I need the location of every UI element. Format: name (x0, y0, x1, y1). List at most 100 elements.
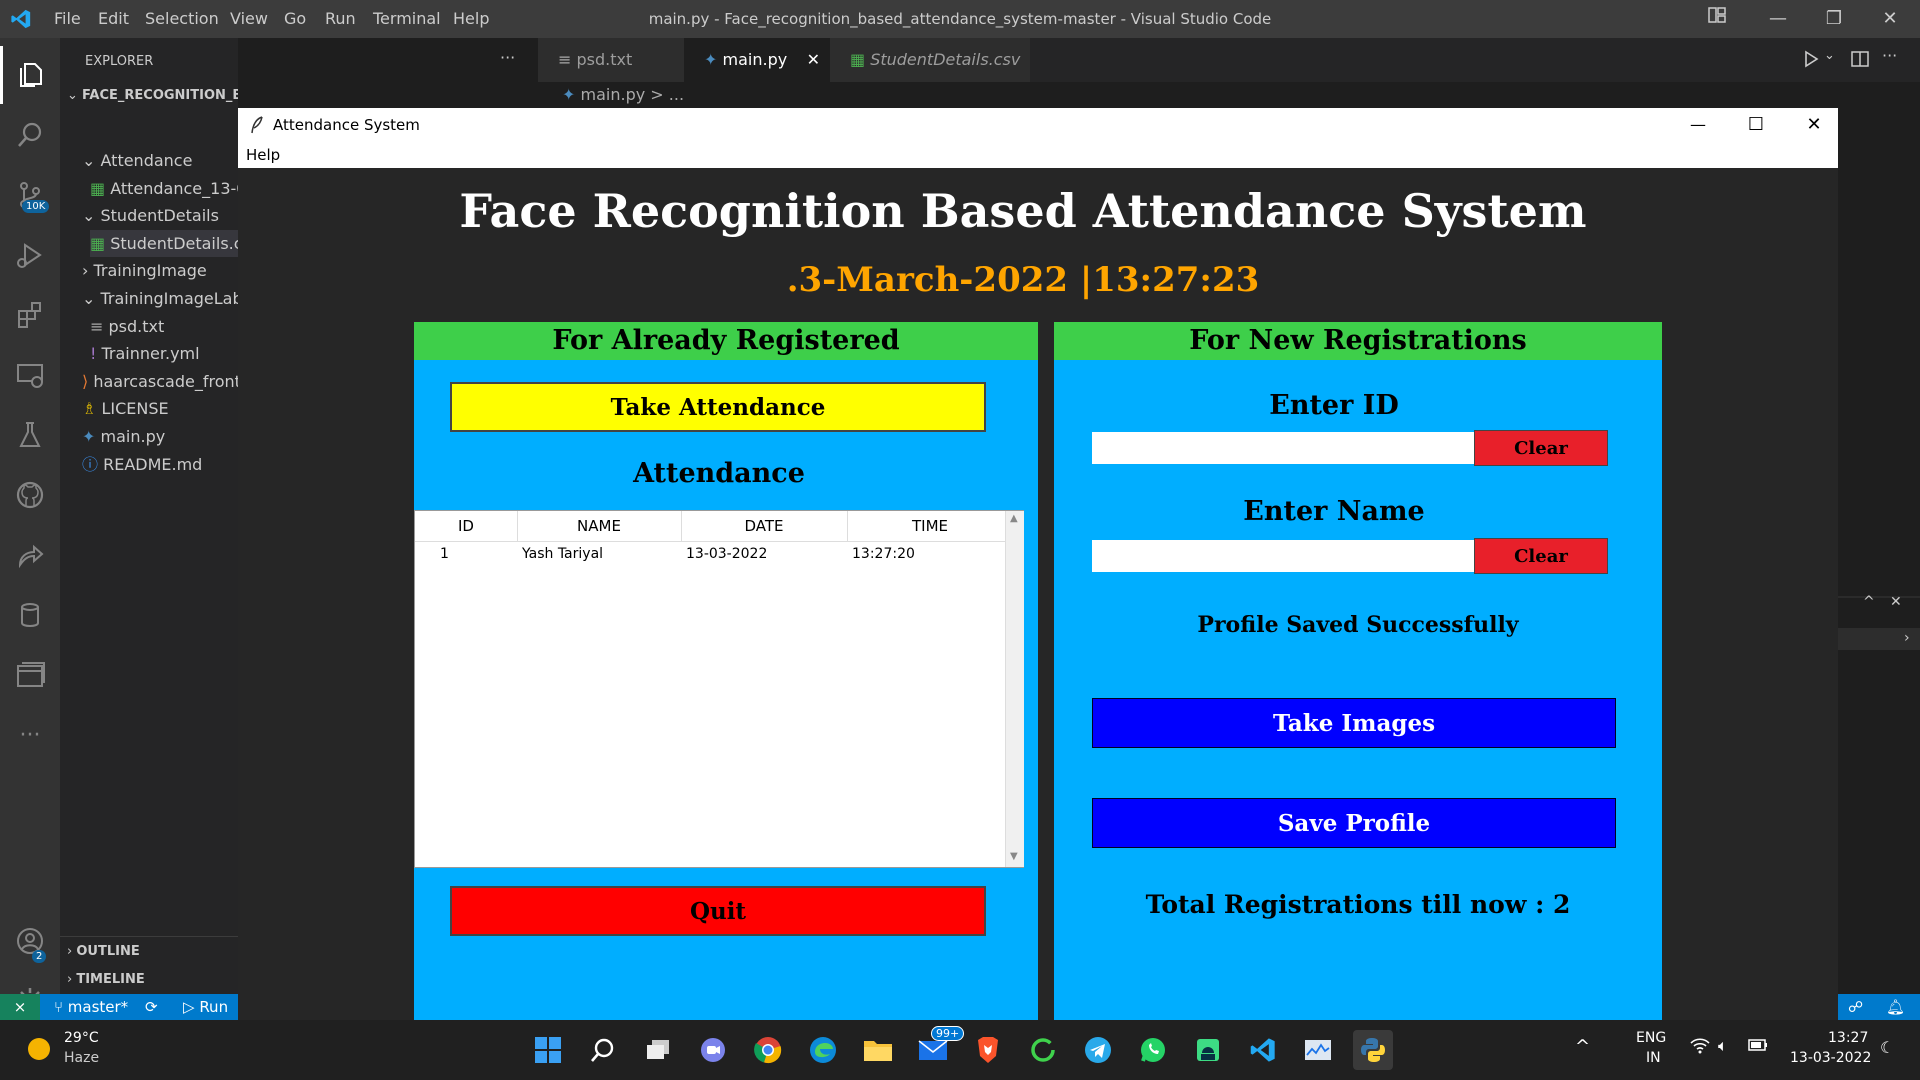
run-dropdown-icon[interactable]: ⌄ (1824, 48, 1835, 63)
weather-temp[interactable]: 29°C (64, 1030, 99, 1046)
notifications-icon[interactable]: 🔔︎ (1886, 994, 1905, 1020)
tree-item[interactable]: ⓘ README.md (82, 451, 202, 478)
close-icon[interactable]: ✕ (1862, 0, 1918, 38)
more-icon[interactable]: ··· (0, 706, 60, 764)
sync-icon[interactable]: ⟳ (145, 994, 158, 1020)
tree-item[interactable]: › TrainingImage (82, 257, 207, 284)
menu-view[interactable]: View (230, 0, 268, 38)
weather-sun-icon[interactable] (28, 1038, 50, 1060)
refresh-app-icon[interactable] (1023, 1030, 1063, 1070)
table-scrollbar[interactable]: ▲ ▼ (1005, 511, 1024, 867)
github-icon[interactable] (0, 466, 60, 524)
database-icon[interactable] (0, 586, 60, 644)
windows-start-icon[interactable] (528, 1030, 568, 1070)
clock-date[interactable]: 13-03-2022 (1790, 1050, 1871, 1066)
tree-item[interactable]: ♗ LICENSE (82, 395, 169, 422)
split-editor-icon[interactable] (1851, 50, 1869, 72)
search-icon[interactable] (0, 106, 60, 164)
tree-item[interactable]: ⌄ Attendance (82, 147, 192, 174)
app-menu-help[interactable]: Help (246, 142, 280, 168)
take-attendance-button[interactable]: Take Attendance (450, 382, 986, 432)
name-input[interactable] (1092, 540, 1474, 572)
id-input[interactable] (1092, 432, 1474, 464)
tab-main-py[interactable]: ✦ main.py ✕ (684, 38, 830, 82)
android-studio-icon[interactable] (1188, 1030, 1228, 1070)
file-explorer-icon[interactable] (858, 1030, 898, 1070)
column-date[interactable]: DATE (681, 511, 848, 541)
tree-item[interactable]: ⌄ TrainingImageLabel (82, 285, 238, 312)
remote-explorer-icon[interactable] (0, 346, 60, 404)
taskbar-search-icon[interactable] (583, 1030, 623, 1070)
testing-icon[interactable] (0, 406, 60, 464)
tree-item[interactable]: ! Trainner.yml (90, 340, 200, 367)
mail-icon[interactable]: 99+ (913, 1026, 965, 1070)
whatsapp-icon[interactable] (1133, 1030, 1173, 1070)
explorer-more-icon[interactable]: ··· (500, 48, 515, 67)
panel-maximize-icon[interactable]: ^ (1863, 594, 1875, 610)
clear-name-button[interactable]: Clear (1474, 538, 1608, 574)
restore-icon[interactable]: ❐ (1806, 0, 1862, 38)
tree-item[interactable]: ≡ psd.txt (90, 313, 164, 340)
language-top[interactable]: ENG (1636, 1030, 1666, 1046)
column-name[interactable]: NAME (517, 511, 682, 541)
live-share-icon[interactable] (0, 526, 60, 584)
task-manager-icon[interactable] (1298, 1030, 1338, 1070)
panel-icon[interactable] (0, 646, 60, 704)
tree-item[interactable]: ⟩ haarcascade_frontalface_default.xml (82, 368, 238, 395)
tray-chevron-icon[interactable]: ^ (1575, 1036, 1590, 1057)
extensions-icon[interactable] (0, 286, 60, 344)
editor-more-icon[interactable]: ··· (1882, 46, 1897, 65)
tree-item[interactable]: ✦ main.py (82, 423, 165, 450)
telegram-icon[interactable] (1078, 1030, 1118, 1070)
menu-edit[interactable]: Edit (98, 0, 129, 38)
vscode-taskbar-icon[interactable] (1243, 1030, 1283, 1070)
explorer-icon[interactable] (0, 46, 60, 104)
layout-icon[interactable] (1689, 0, 1745, 38)
scroll-down-icon[interactable]: ▼ (1010, 851, 1018, 862)
menu-help[interactable]: Help (453, 0, 489, 38)
take-images-button[interactable]: Take Images (1092, 698, 1616, 748)
battery-icon[interactable] (1748, 1038, 1768, 1056)
clock-time[interactable]: 13:27 (1828, 1030, 1868, 1046)
tree-item[interactable]: ▦ Attendance_13-03-2022.csv (90, 175, 238, 202)
tree-item[interactable]: ⌄ StudentDetails (82, 202, 219, 229)
run-file-icon[interactable] (1802, 50, 1820, 72)
outline-section[interactable]: › OUTLINE (67, 938, 140, 965)
chrome-icon[interactable] (748, 1030, 788, 1070)
panel-close-icon[interactable]: ✕ (1890, 594, 1902, 610)
task-view-icon[interactable] (638, 1030, 678, 1070)
menu-file[interactable]: File (54, 0, 81, 38)
branch-status[interactable]: ⑂ master* (54, 994, 128, 1020)
source-control-icon[interactable]: 10K (0, 166, 60, 224)
project-folder[interactable]: ⌄ FACE_RECOGNITION_BASED_ATTENDANCE_SYST… (67, 82, 238, 109)
scroll-up-icon[interactable]: ▲ (1010, 513, 1018, 524)
tab-psd-txt[interactable]: ≡ psd.txt (538, 38, 684, 82)
column-time[interactable]: TIME (847, 511, 1013, 541)
menu-run[interactable]: Run (325, 0, 356, 38)
feedback-icon[interactable]: ☍ (1848, 994, 1863, 1020)
notification-center-icon[interactable]: ☾ (1880, 1038, 1894, 1057)
tab-close-icon[interactable]: ✕ (807, 38, 820, 82)
accounts-icon[interactable]: 2 (0, 912, 60, 970)
minimize-icon[interactable]: — (1750, 0, 1806, 38)
menu-selection[interactable]: Selection (145, 0, 219, 38)
python-tk-app-icon[interactable] (1353, 1030, 1393, 1070)
volume-icon[interactable]: 🔈︎ (1718, 1036, 1728, 1056)
run-status[interactable]: ▷ Run (183, 994, 228, 1020)
wifi-icon[interactable] (1690, 1038, 1710, 1058)
run-debug-icon[interactable] (0, 226, 60, 284)
save-profile-button[interactable]: Save Profile (1092, 798, 1616, 848)
terminal-chevron-icon[interactable]: › (1904, 630, 1910, 646)
tab-studentdetails-csv[interactable]: ▦ StudentDetails.csv (830, 38, 1030, 82)
language-bottom[interactable]: IN (1646, 1050, 1661, 1066)
remote-indicator-icon[interactable]: ⨯ (0, 994, 40, 1020)
timeline-section[interactable]: › TIMELINE (67, 966, 145, 993)
attendance-table[interactable]: ID NAME DATE TIME 1 Yash Tariyal 13-03-2… (414, 510, 1024, 868)
column-id[interactable]: ID (415, 511, 518, 541)
clear-id-button[interactable]: Clear (1474, 430, 1608, 466)
tree-item[interactable]: ▦ StudentDetails.csv (90, 229, 238, 257)
edge-icon[interactable] (803, 1030, 843, 1070)
brave-icon[interactable] (968, 1030, 1008, 1070)
menu-terminal[interactable]: Terminal (373, 0, 441, 38)
weather-desc[interactable]: Haze (64, 1050, 99, 1066)
